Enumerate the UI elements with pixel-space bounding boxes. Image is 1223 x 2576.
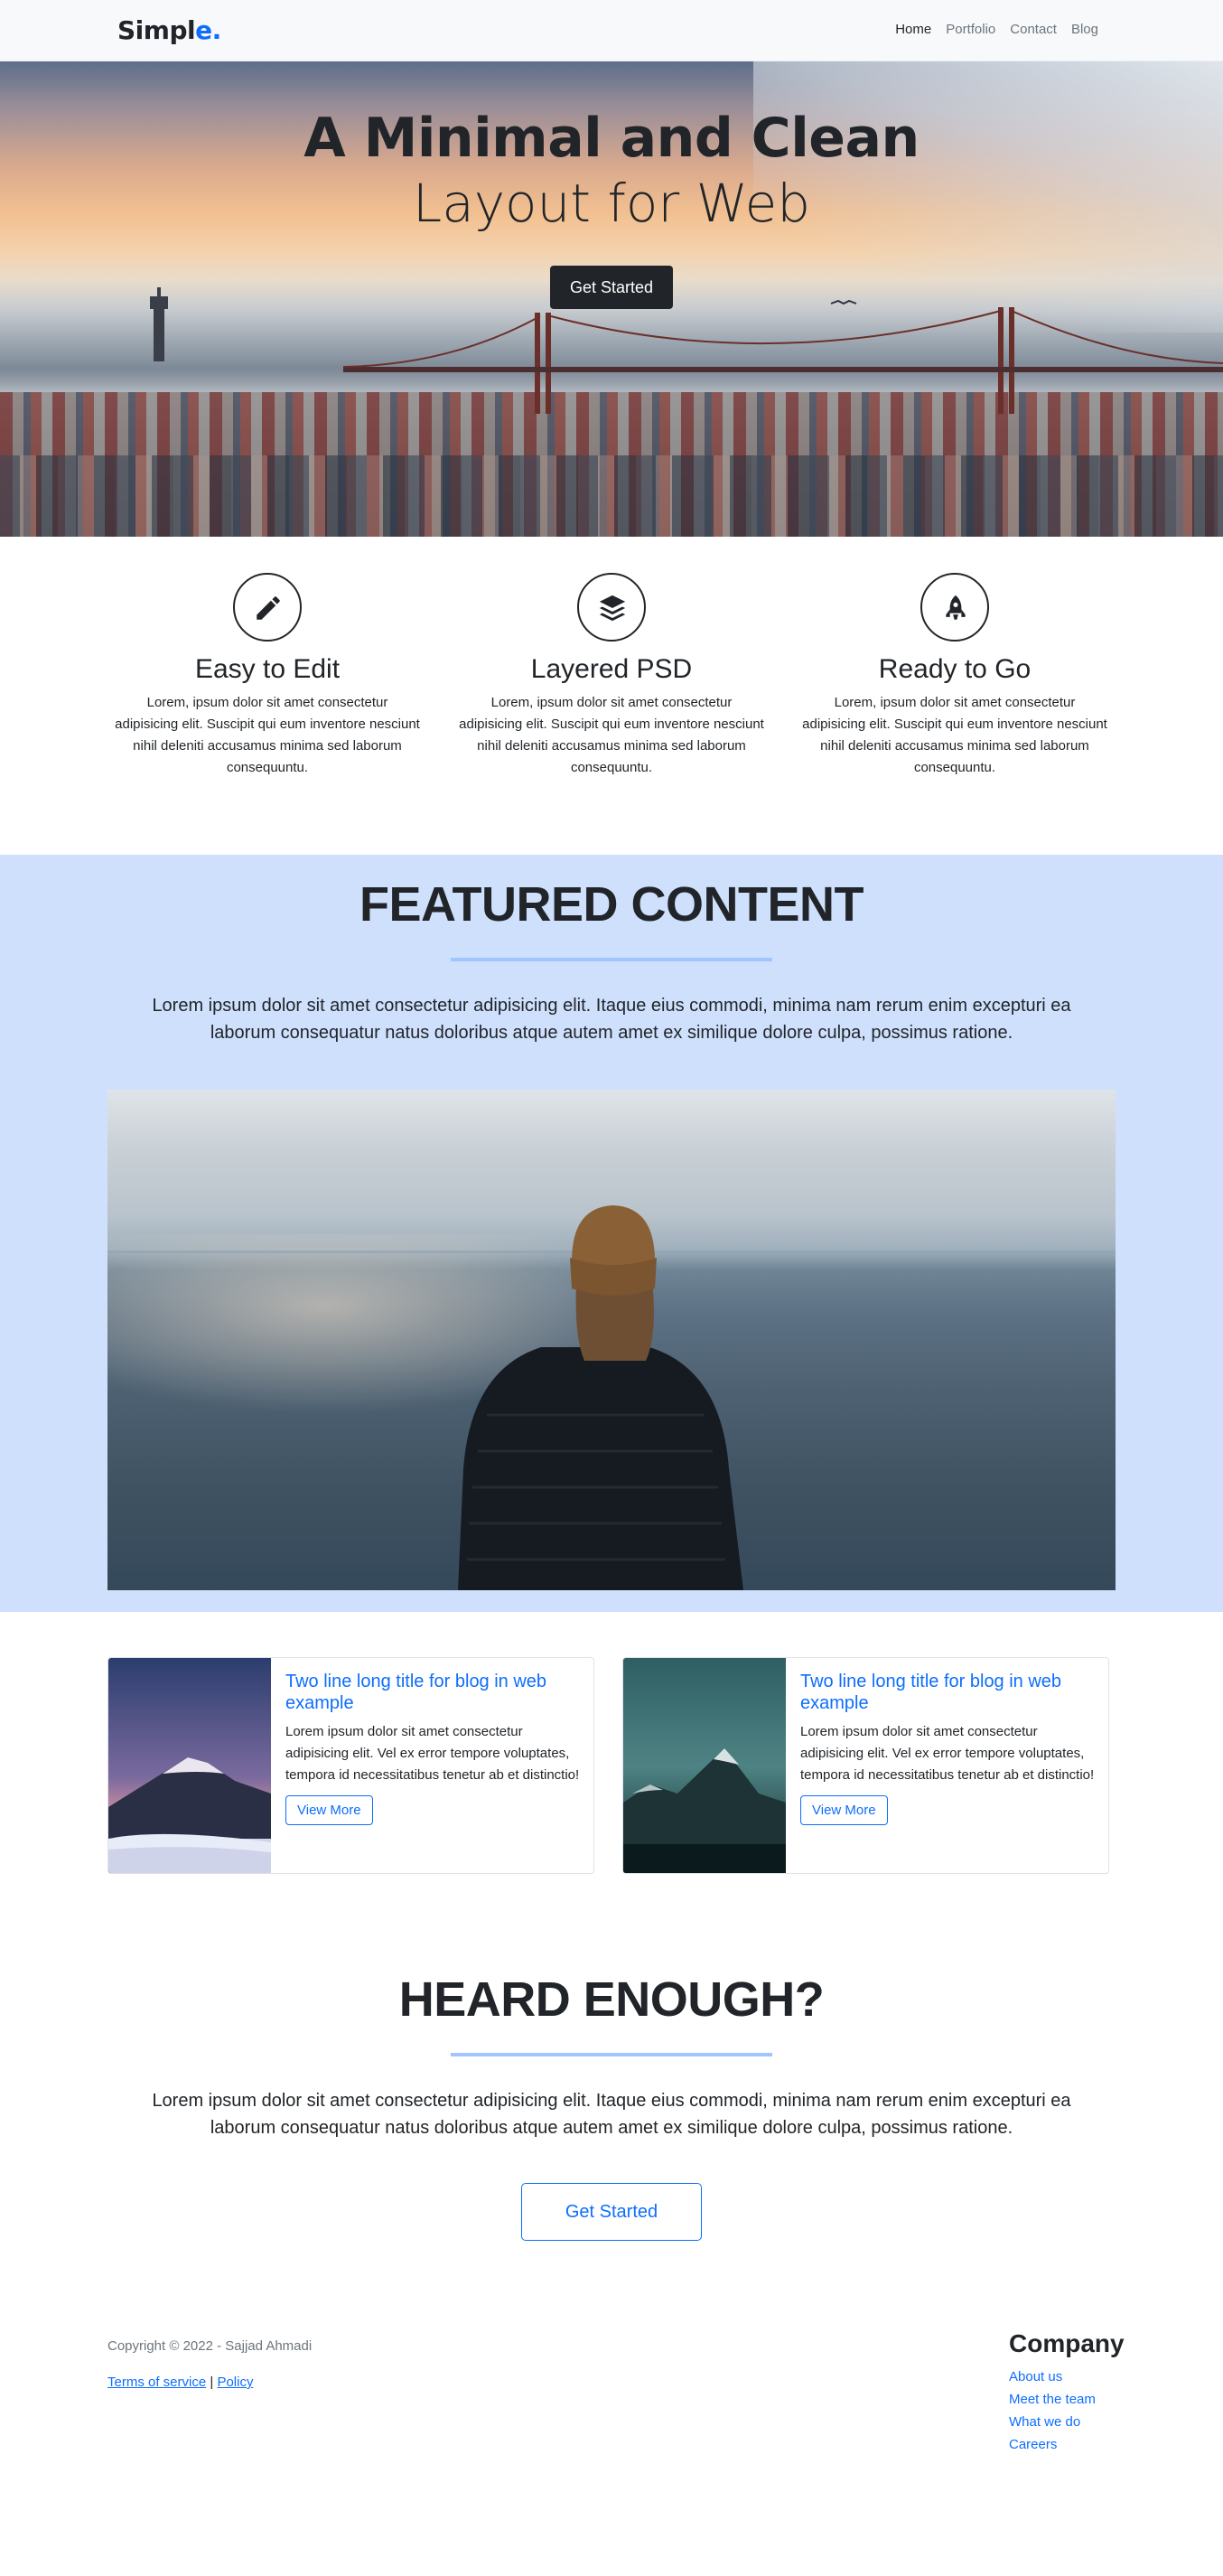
cta-section: HEARD ENOUGH? Lorem ipsum dolor sit amet… xyxy=(0,1897,1223,2309)
brand-logo[interactable]: Simple. xyxy=(117,15,221,45)
blog-card-body: Two line long title for blog in web exam… xyxy=(800,1671,1098,1825)
blog-card: Two line long title for blog in web exam… xyxy=(107,1657,594,1874)
legal-links: Terms of service | Policy xyxy=(107,2375,253,2390)
pencil-icon xyxy=(257,596,280,620)
hero-get-started-button[interactable]: Get Started xyxy=(550,266,673,309)
feature-layered-psd: Layered PSD Lorem, ipsum dolor sit amet … xyxy=(459,573,764,779)
feature-icon-circle xyxy=(920,573,989,642)
blog-card-title[interactable]: Two line long title for blog in web exam… xyxy=(800,1671,1098,1714)
company-link-list: About us Meet the team What we do Career… xyxy=(1009,2365,1135,2456)
featured-section: FEATURED CONTENT Lorem ipsum dolor sit a… xyxy=(0,855,1223,1612)
features-section: Easy to Edit Lorem, ipsum dolor sit amet… xyxy=(0,537,1223,855)
blog-card-image xyxy=(623,1658,786,1873)
about-us-link[interactable]: About us xyxy=(1009,2369,1062,2384)
main-nav: Home Portfolio Contact Blog xyxy=(895,22,1098,37)
meet-the-team-link[interactable]: Meet the team xyxy=(1009,2392,1096,2407)
feature-title: Easy to Edit xyxy=(194,654,341,684)
featured-heading: FEATURED CONTENT xyxy=(359,877,864,932)
featured-image xyxy=(107,1090,1116,1590)
company-links: Company About us Meet the team What we d… xyxy=(1009,2329,1135,2456)
company-heading: Company xyxy=(1009,2329,1125,2357)
blog-card-image xyxy=(108,1658,271,1873)
featured-description: Lorem ipsum dolor sit amet consectetur a… xyxy=(152,996,1071,1043)
careers-link[interactable]: Careers xyxy=(1009,2437,1057,2452)
terms-of-service-link[interactable]: Terms of service xyxy=(107,2375,206,2390)
brand-accent: e. xyxy=(195,15,221,45)
legal-separator: | xyxy=(210,2375,214,2390)
nav-link-blog[interactable]: Blog xyxy=(1071,22,1098,37)
list-item: About us xyxy=(1009,2365,1135,2388)
feature-easy-to-edit: Easy to Edit Lorem, ipsum dolor sit amet… xyxy=(115,573,420,779)
copyright-text: Copyright © 2022 - Sajjad Ahmadi xyxy=(107,2338,313,2354)
hero-section: A Minimal and Clean Layout for Web Get S… xyxy=(0,61,1223,537)
feature-icon-circle xyxy=(577,573,646,642)
what-we-do-link[interactable]: What we do xyxy=(1009,2414,1080,2430)
policy-link[interactable]: Policy xyxy=(217,2375,253,2390)
list-item: What we do xyxy=(1009,2411,1135,2433)
view-more-button[interactable]: View More xyxy=(285,1795,373,1825)
hero-title-line2: Layout for Web xyxy=(412,173,811,234)
nav-link-home[interactable]: Home xyxy=(895,22,931,37)
footer: Copyright © 2022 - Sajjad Ahmadi Terms o… xyxy=(0,2309,1223,2576)
blog-card-text: Lorem ipsum dolor sit amet consectetur a… xyxy=(285,1724,580,1783)
list-item: Meet the team xyxy=(1009,2388,1135,2411)
feature-title: Layered PSD xyxy=(530,654,693,684)
nav-link-portfolio[interactable]: Portfolio xyxy=(946,22,995,37)
feature-icon-circle xyxy=(233,573,302,642)
brand-text: Simpl xyxy=(117,15,196,45)
cta-heading: HEARD ENOUGH? xyxy=(398,1972,825,2027)
cta-get-started-button[interactable]: Get Started xyxy=(521,2183,702,2241)
feature-ready-to-go: Ready to Go Lorem, ipsum dolor sit amet … xyxy=(802,573,1107,779)
blog-card: Two line long title for blog in web exam… xyxy=(622,1657,1109,1874)
featured-underline xyxy=(451,958,772,961)
nav-link-contact[interactable]: Contact xyxy=(1010,22,1057,37)
feature-title: Ready to Go xyxy=(878,654,1032,684)
feature-text: Lorem, ipsum dolor sit amet consectetur … xyxy=(115,695,420,775)
rocket-icon xyxy=(946,595,966,620)
hero-title: A Minimal and Clean Layout for Web xyxy=(0,105,1223,236)
blog-section: Two line long title for blog in web exam… xyxy=(0,1612,1223,1897)
hero-title-line1: A Minimal and Clean xyxy=(303,107,920,170)
featured-image-person xyxy=(107,1205,1116,1590)
cta-description: Lorem ipsum dolor sit amet consectetur a… xyxy=(152,2091,1071,2138)
layers-icon xyxy=(599,595,626,622)
list-item: Careers xyxy=(1009,2433,1135,2456)
navbar: Simple. Home Portfolio Contact Blog xyxy=(0,0,1223,61)
feature-text: Lorem, ipsum dolor sit amet consectetur … xyxy=(802,695,1107,775)
blog-card-body: Two line long title for blog in web exam… xyxy=(285,1671,583,1825)
blog-card-text: Lorem ipsum dolor sit amet consectetur a… xyxy=(800,1724,1095,1783)
feature-text: Lorem, ipsum dolor sit amet consectetur … xyxy=(459,695,764,775)
cta-underline xyxy=(451,2053,772,2056)
blog-card-title[interactable]: Two line long title for blog in web exam… xyxy=(285,1671,583,1714)
view-more-button[interactable]: View More xyxy=(800,1795,888,1825)
